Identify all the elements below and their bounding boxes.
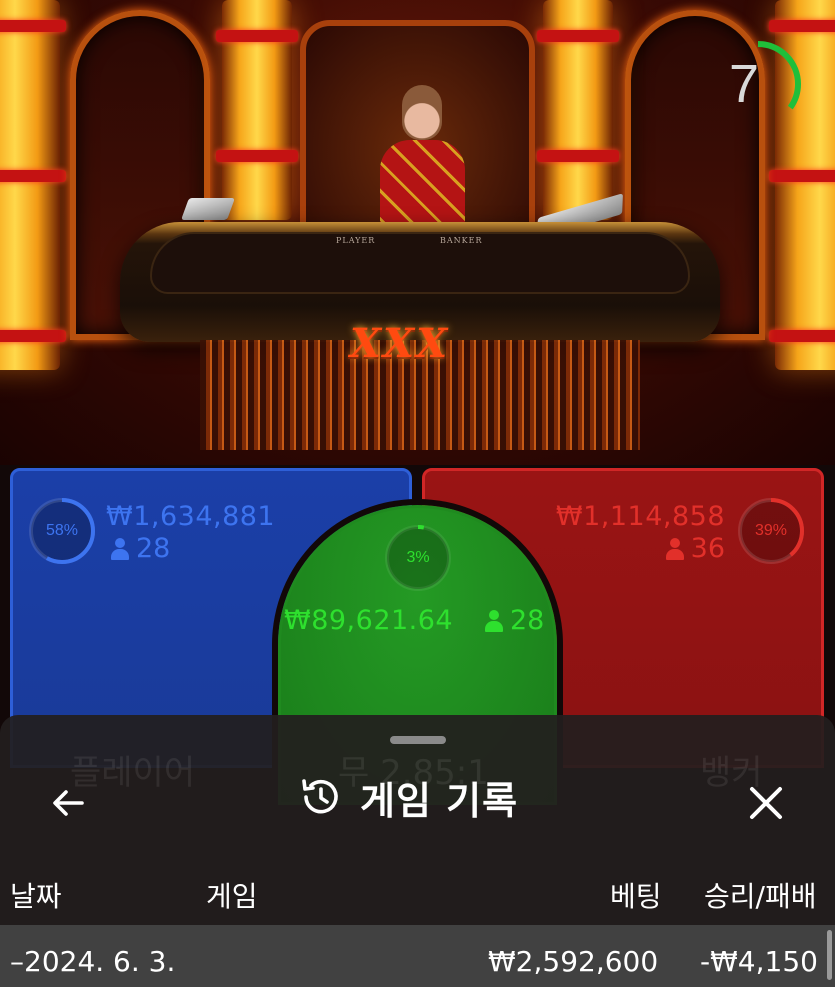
close-icon: [750, 787, 782, 819]
user-icon: [484, 609, 504, 632]
banker-percent: 39%: [754, 522, 788, 539]
banker-percent-ring: 39%: [735, 495, 807, 567]
player-percent-ring: 58%: [26, 495, 98, 567]
row-result: -₩4,150: [700, 945, 818, 978]
countdown-timer: 7: [714, 32, 804, 140]
column-header-bet[interactable]: 베팅: [610, 875, 662, 915]
history-icon: [302, 779, 338, 814]
tie-bettor-count: 28: [510, 605, 545, 636]
row-date: –2024. 6. 3.: [10, 945, 175, 978]
row-prefix: –: [10, 945, 24, 978]
player-percent: 58%: [45, 522, 79, 539]
tie-percent-ring: 3%: [382, 522, 454, 594]
countdown-seconds: 7: [728, 54, 760, 114]
table-logo: XXX: [350, 320, 450, 367]
tie-bet-amount: ₩89,621.64: [284, 605, 454, 636]
table-row[interactable]: –2024. 6. 3. ₩2,592,600 -₩4,150: [0, 925, 835, 987]
felt-label-banker: BANKER: [440, 236, 483, 245]
sheet-drag-handle[interactable]: [390, 736, 446, 744]
live-video-feed: PLAYER BANKER XXX 7: [0, 0, 835, 470]
user-icon: [110, 537, 130, 560]
back-button[interactable]: [38, 773, 98, 833]
game-history-sheet: 플레이어 무 2.85:1 뱅커 게임 기록 날짜 게임 베팅 승리/패배 –2…: [0, 715, 835, 987]
player-bettor-count: 28: [136, 533, 171, 564]
tie-percent: 3%: [406, 549, 430, 566]
row-date-value: 2024. 6. 3.: [24, 945, 176, 978]
player-bet-amount: ₩1,634,881: [106, 501, 276, 532]
close-button[interactable]: [736, 773, 796, 833]
decor-pillar: [0, 0, 66, 370]
column-header-result[interactable]: 승리/패배: [704, 875, 816, 915]
back-arrow-icon: [53, 790, 84, 816]
sheet-title-text: 게임 기록: [360, 778, 519, 823]
scrollbar[interactable]: [827, 930, 832, 980]
felt-label-player: PLAYER: [336, 236, 376, 245]
banker-bettors: 36: [665, 533, 725, 564]
banker-bettor-count: 36: [690, 533, 725, 564]
decor-pillar: [216, 0, 298, 220]
column-header-date[interactable]: 날짜: [10, 875, 62, 915]
user-icon: [665, 537, 685, 560]
decor-pillar: [537, 0, 619, 220]
banker-bet-amount: ₩1,114,858: [555, 501, 725, 532]
sheet-title: 게임 기록: [298, 767, 518, 827]
table-felt: [150, 232, 690, 294]
player-bettors: 28: [110, 533, 170, 564]
column-header-game[interactable]: 게임: [206, 875, 258, 915]
row-bet: ₩2,592,600: [488, 945, 659, 978]
tie-bettors: 28: [484, 605, 544, 636]
card-shoe: [180, 198, 236, 220]
dealer: [375, 85, 470, 235]
